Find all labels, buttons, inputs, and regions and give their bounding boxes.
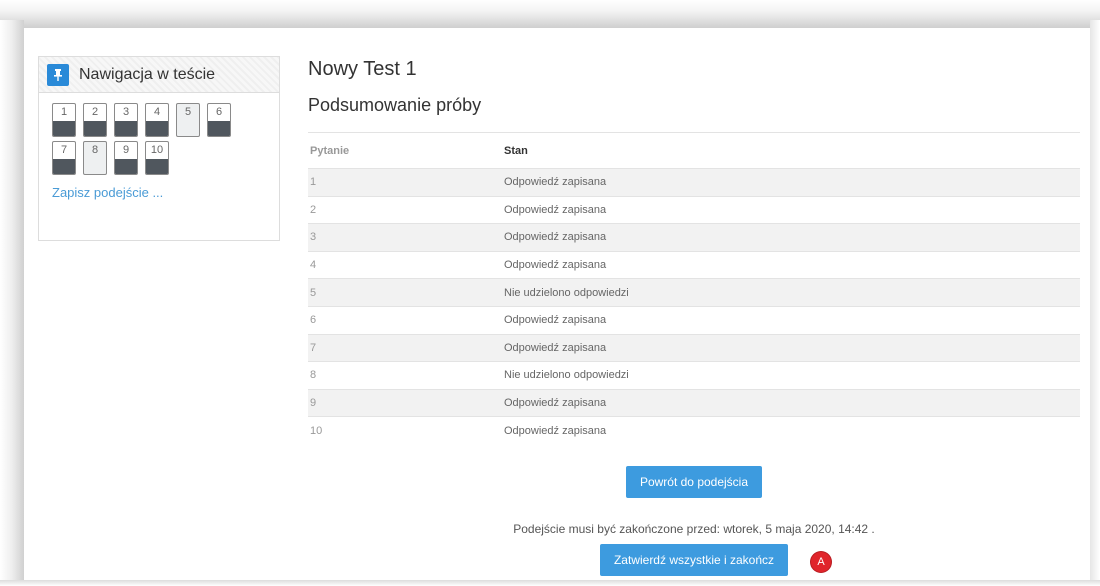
question-grid: 1 2 3 4 5 6 7 8 9 10	[39, 93, 252, 175]
answered-indicator	[115, 159, 137, 174]
question-nav-button-3[interactable]: 3	[114, 103, 138, 137]
answered-indicator	[208, 121, 230, 136]
quiz-summary-page: Nawigacja w teście 1 2 3 4 5 6 7 8 9 10 Zapisz po…	[24, 28, 1090, 580]
quiz-navigation-title: Nawigacja w teście	[79, 65, 216, 83]
question-number: 5	[184, 106, 192, 118]
status-cell: Nie udzielono odpowiedzi	[502, 361, 1080, 390]
save-attempt-link[interactable]: Zapisz podejście ...	[52, 185, 279, 200]
table-row: 1 Odpowiedź zapisana	[308, 168, 1080, 197]
table-row: 9 Odpowiedź zapisana	[308, 388, 1080, 417]
attempt-summary-table: Pytanie Stan 1 Odpowiedź zapisana 2 Odpowie…	[308, 132, 1080, 444]
question-number-cell: 3	[308, 223, 502, 252]
status-cell: Odpowiedź zapisana	[502, 416, 1080, 444]
column-header-status: Stan	[502, 132, 1080, 169]
annotation-marker-a: A	[811, 551, 831, 572]
status-cell: Odpowiedź zapisana	[502, 305, 1080, 335]
submit-all-and-finish-button[interactable]: Zatwierdź wszystkie i zakończ	[599, 543, 789, 576]
question-number: 3	[122, 106, 130, 118]
question-number: 7	[60, 144, 68, 156]
screenshot-left-shadow	[0, 20, 24, 586]
question-number: 9	[122, 144, 130, 156]
question-number-cell: 10	[308, 416, 502, 444]
status-cell: Nie udzielono odpowiedzi	[502, 278, 1080, 307]
answered-indicator	[84, 121, 106, 136]
question-number-cell: 2	[308, 195, 502, 224]
quiz-navigation-block: Nawigacja w teście 1 2 3 4 5 6 7 8 9 10 Zapisz po…	[38, 56, 280, 241]
status-cell: Odpowiedź zapisana	[502, 168, 1080, 197]
status-cell: Odpowiedź zapisana	[502, 388, 1080, 417]
return-row: Powrót do podejścia	[308, 465, 1080, 498]
attempt-summary-heading: Podsumowanie próby	[308, 95, 482, 115]
question-nav-button-10[interactable]: 10	[145, 141, 169, 175]
screenshot-bottom-shadow	[0, 580, 1100, 586]
submit-row: Zatwierdź wszystkie i zakończ A	[308, 543, 1080, 576]
page-title: Nowy Test 1	[308, 58, 417, 80]
table-row: 5 Nie udzielono odpowiedzi	[308, 278, 1080, 307]
status-cell: Odpowiedź zapisana	[502, 333, 1080, 362]
status-cell: Odpowiedź zapisana	[502, 223, 1080, 252]
answered-indicator	[53, 121, 75, 136]
question-number-cell: 6	[308, 305, 502, 335]
screenshot-top-shadow	[0, 0, 1100, 28]
question-number: 8	[91, 144, 99, 156]
quiz-navigation-header: Nawigacja w teście	[39, 57, 279, 93]
question-nav-button-5[interactable]: 5	[176, 103, 200, 137]
question-number: 4	[153, 106, 161, 118]
question-number-cell: 7	[308, 333, 502, 362]
table-row: 8 Nie udzielono odpowiedzi	[308, 361, 1080, 390]
pin-icon	[47, 63, 69, 86]
answered-indicator	[146, 121, 168, 136]
table-row: 4 Odpowiedź zapisana	[308, 250, 1080, 279]
table-row: 10 Odpowiedź zapisana	[308, 416, 1080, 444]
question-number: 10	[150, 144, 164, 156]
question-nav-button-7[interactable]: 7	[52, 141, 76, 175]
question-number: 1	[60, 106, 68, 118]
column-header-question: Pytanie	[308, 132, 502, 169]
question-number-cell: 9	[308, 388, 502, 417]
question-number: 2	[91, 106, 99, 118]
question-grid-row: 1 2 3 4 5 6	[52, 103, 252, 137]
table-header-row: Pytanie Stan	[308, 132, 1080, 169]
table-row: 2 Odpowiedź zapisana	[308, 195, 1080, 224]
answered-indicator	[146, 159, 168, 174]
screenshot-right-shadow	[1090, 20, 1100, 586]
return-to-attempt-button[interactable]: Powrót do podejścia	[625, 465, 763, 498]
status-cell: Odpowiedź zapisana	[502, 250, 1080, 279]
question-nav-button-1[interactable]: 1	[52, 103, 76, 137]
question-number-cell: 1	[308, 168, 502, 197]
question-grid-row: 7 8 9 10	[52, 141, 252, 175]
question-nav-button-8[interactable]: 8	[83, 141, 107, 175]
answered-indicator	[115, 121, 137, 136]
question-number-cell: 4	[308, 250, 502, 279]
question-nav-button-4[interactable]: 4	[145, 103, 169, 137]
table-row: 3 Odpowiedź zapisana	[308, 223, 1080, 252]
deadline-text: Podejście musi być zakończone przed: wto…	[513, 521, 875, 536]
question-nav-button-9[interactable]: 9	[114, 141, 138, 175]
question-nav-button-2[interactable]: 2	[83, 103, 107, 137]
question-number: 6	[215, 106, 223, 118]
question-nav-button-6[interactable]: 6	[207, 103, 231, 137]
question-number-cell: 5	[308, 278, 502, 307]
answered-indicator	[53, 159, 75, 174]
main-content: Nowy Test 1 Podsumowanie próby Pytanie S…	[308, 58, 1080, 576]
table-row: 7 Odpowiedź zapisana	[308, 333, 1080, 362]
status-cell: Odpowiedź zapisana	[502, 195, 1080, 224]
question-number-cell: 8	[308, 361, 502, 390]
table-row: 6 Odpowiedź zapisana	[308, 305, 1080, 335]
